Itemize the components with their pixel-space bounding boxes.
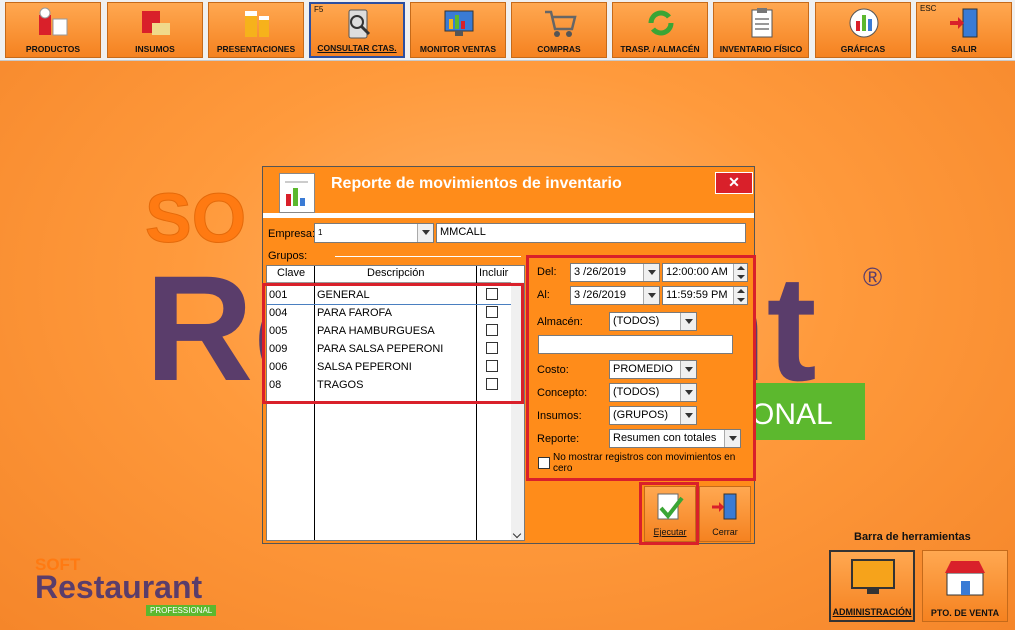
compras-button[interactable]: COMPRAS — [511, 2, 607, 58]
main-toolbar: PRODUCTOS INSUMOS PRESENTACIONES F5 CONS… — [0, 0, 1015, 61]
compras-label: COMPRAS — [537, 44, 581, 54]
empresa-code: 1 — [318, 228, 323, 237]
inventario-label: INVENTARIO FÍSICO — [719, 44, 803, 54]
ejecutar-highlight-box — [639, 482, 699, 545]
exit-door-icon — [712, 493, 737, 520]
chevron-down-icon — [512, 529, 522, 539]
search-phone-icon — [348, 9, 371, 39]
productos-label: PRODUCTOS — [25, 44, 81, 54]
consultar-ctas-button[interactable]: F5 CONSULTAR CTAS. — [309, 2, 405, 58]
grid-highlight-box — [262, 283, 524, 404]
clipboard-icon — [751, 8, 773, 38]
store-icon — [945, 561, 985, 596]
inventory-report-dialog: Reporte de movimientos de inventario ✕ E… — [262, 166, 756, 545]
productos-button[interactable]: PRODUCTOS — [5, 2, 101, 58]
grupos-label: Grupos: — [268, 250, 308, 262]
monitor-ventas-label: MONITOR VENTAS — [419, 44, 497, 54]
chart-icon — [849, 8, 879, 38]
cerrar-button[interactable]: Cerrar — [699, 486, 751, 542]
header-divider — [263, 213, 754, 218]
pos-label: PTO. DE VENTA — [930, 608, 1000, 618]
exit-door-icon — [950, 8, 978, 38]
consultar-label: CONSULTAR CTAS. — [317, 43, 397, 53]
col-descripcion: Descripción — [367, 267, 425, 279]
traspaso-almacen-button[interactable]: TRASP. / ALMACÉN — [612, 2, 708, 58]
params-highlight-box — [526, 255, 756, 481]
products-icon — [39, 7, 68, 36]
logo-professional: PROFESSIONAL — [146, 605, 217, 616]
empresa-select[interactable]: 1 — [314, 223, 434, 243]
svg-text:ONAL: ONAL — [751, 398, 833, 431]
monitor-icon — [851, 559, 895, 594]
logo-restaurant: Restaurant — [35, 569, 203, 605]
traspaso-label: TRASP. / ALMACÉN — [620, 44, 700, 54]
administracion-label: ADMINISTRACIÓN — [832, 607, 912, 617]
salir-hotkey: ESC — [920, 4, 937, 13]
monitor-ventas-button[interactable]: MONITOR VENTAS — [410, 2, 506, 58]
toolbar-title: Barra de herramientas — [854, 531, 971, 543]
svg-text:®: ® — [863, 262, 882, 292]
insumos-button[interactable]: INSUMOS — [107, 2, 203, 58]
punto-de-venta-button[interactable]: PTO. DE VENTA — [922, 550, 1008, 622]
grupos-separator — [335, 256, 521, 257]
salir-button[interactable]: ESC SALIR — [916, 2, 1012, 58]
col-incluir: Incluir — [479, 267, 509, 279]
insumos-label: INSUMOS — [135, 44, 175, 54]
grid-header: Clave Descripción Incluir — [267, 266, 524, 283]
report-icon — [279, 173, 315, 213]
administracion-button[interactable]: ADMINISTRACIÓN — [829, 550, 915, 622]
empresa-name-field: MMCALL — [436, 223, 746, 243]
chevron-down-icon — [417, 224, 433, 242]
cerrar-label: Cerrar — [712, 527, 738, 537]
close-button[interactable]: ✕ — [715, 172, 753, 194]
presentaciones-label: PRESENTACIONES — [216, 44, 296, 54]
salir-label: SALIR — [951, 44, 977, 54]
cart-icon — [545, 10, 577, 37]
dialog-header: Reporte de movimientos de inventario ✕ — [263, 167, 754, 213]
supplies-icon — [142, 11, 170, 35]
empresa-label: Empresa: — [268, 228, 316, 240]
beer-icon — [245, 11, 269, 37]
transfer-icon — [648, 10, 674, 36]
presentaciones-button[interactable]: PRESENTACIONES — [208, 2, 304, 58]
col-clave: Clave — [277, 267, 306, 279]
consultar-hotkey: F5 — [314, 5, 324, 14]
inventario-fisico-button[interactable]: INVENTARIO FÍSICO — [713, 2, 809, 58]
monitor-icon — [444, 10, 474, 36]
dialog-title: Reporte de movimientos de inventario — [331, 175, 622, 192]
graficas-label: GRÁFICAS — [840, 44, 886, 54]
soft-restaurant-logo: SOFT Restaurant PROFESSIONAL — [35, 555, 235, 625]
graficas-button[interactable]: GRÁFICAS — [815, 2, 911, 58]
